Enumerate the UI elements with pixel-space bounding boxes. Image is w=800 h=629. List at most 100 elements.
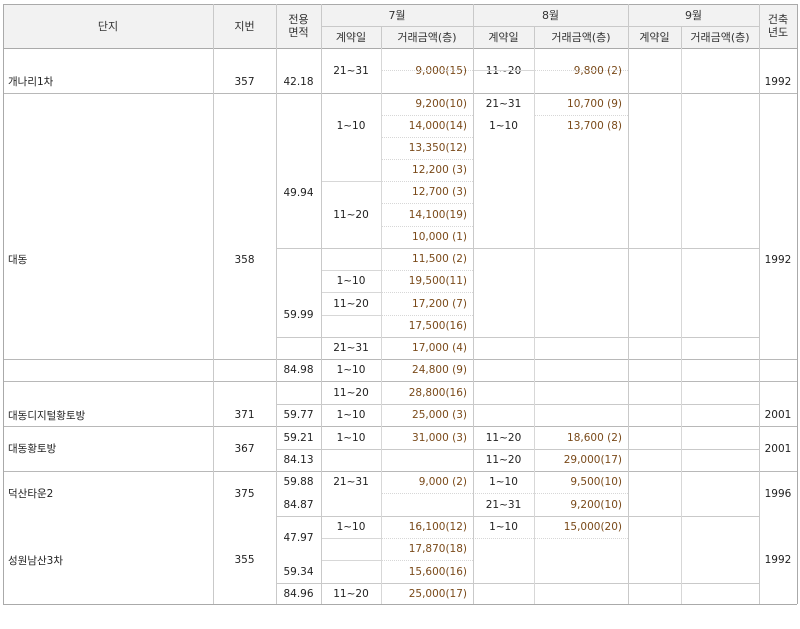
header-month-august: 8월 — [541, 8, 560, 22]
column-divider — [381, 26, 382, 48]
column-divider — [681, 48, 682, 604]
august-amount: 10,700 (9) — [567, 98, 622, 110]
exclusive-area: 84.98 — [283, 364, 314, 376]
row-divider — [381, 181, 473, 182]
august-amount: 15,000(20) — [563, 521, 622, 533]
july-contract-date: 21~31 — [333, 342, 369, 354]
exclusive-area: 59.99 — [283, 308, 314, 321]
row-divider — [381, 226, 473, 227]
july-amount: 25,000 (3) — [412, 409, 467, 421]
july-contract-date — [321, 315, 381, 337]
row-divider — [3, 426, 797, 427]
complex-name: 대동디지털황토방 — [8, 409, 86, 422]
exclusive-area: 47.97 — [283, 532, 314, 544]
july-amount: 9,000 (2) — [418, 476, 467, 488]
row-divider — [321, 181, 381, 182]
august-contract-date: 21~31 — [485, 98, 522, 110]
july-contract-date: 11~20 — [333, 386, 369, 399]
row-divider — [381, 292, 473, 293]
july-amount: 17,500(16) — [408, 320, 467, 332]
july-amount: 28,800(16) — [408, 386, 467, 399]
row-divider — [321, 292, 381, 293]
august-contract-date: 1~10 — [489, 476, 518, 488]
built-year: 1992 — [764, 75, 792, 88]
july-contract-date — [321, 226, 381, 248]
july-amount: 17,000 (4) — [412, 342, 467, 354]
row-divider — [3, 359, 797, 360]
july-amount: 12,700 (3) — [412, 186, 467, 198]
july-amount: 13,350(12) — [408, 142, 467, 154]
row-divider — [534, 70, 628, 71]
header-complex: 단지 — [97, 19, 119, 33]
july-contract-date — [321, 248, 381, 270]
row-divider — [381, 203, 473, 204]
header-month-september: 9월 — [684, 8, 703, 22]
august-amount: 13,700 (8) — [567, 120, 622, 132]
header-amount-floor: 거래금액(층) — [690, 30, 750, 44]
row-divider — [276, 404, 759, 405]
header-built-year: 건축 년도 — [767, 13, 789, 39]
july-amount: 10,000 (1) — [412, 231, 467, 243]
lot-number: 371 — [234, 409, 255, 421]
row-divider — [381, 159, 473, 160]
july-amount: 31,000 (3) — [412, 431, 467, 444]
july-contract-date: 1~10 — [336, 409, 366, 421]
column-divider — [534, 48, 535, 604]
row-divider — [473, 538, 628, 539]
row-divider — [473, 70, 534, 71]
july-contract-date: 21~31 — [333, 476, 369, 488]
column-divider — [759, 4, 760, 604]
column-divider — [3, 4, 4, 604]
july-contract-date: 11~20 — [333, 297, 369, 310]
row-divider — [3, 604, 797, 605]
lot-number: 358 — [234, 253, 255, 266]
row-divider — [381, 70, 473, 71]
column-divider — [628, 4, 629, 604]
header-area: 전용 면적 — [288, 13, 309, 39]
lot-number: 367 — [234, 442, 255, 455]
row-divider — [276, 449, 759, 450]
july-contract-date — [321, 181, 381, 203]
july-amount: 14,100(19) — [408, 208, 467, 221]
exclusive-area: 84.13 — [283, 454, 314, 466]
august-contract-date: 21~31 — [485, 498, 522, 511]
exclusive-area: 42.18 — [283, 75, 314, 88]
july-contract-date: 1~10 — [336, 364, 366, 376]
july-contract-date: 11~20 — [333, 208, 369, 221]
july-contract-date: 1~10 — [336, 521, 366, 533]
july-amount: 16,100(12) — [408, 521, 467, 533]
complex-name: 대동 — [8, 254, 28, 266]
complex-name: 개나리1차 — [8, 76, 54, 88]
header-contract-date: 계약일 — [335, 30, 367, 44]
july-amount: 11,500 (2) — [412, 253, 467, 265]
july-contract-date: 11~20 — [333, 587, 369, 600]
july-contract-date — [321, 137, 381, 159]
row-divider — [381, 137, 473, 138]
header-contract-date: 계약일 — [639, 30, 670, 44]
july-contract-date: 1~10 — [336, 120, 366, 132]
built-year: 1996 — [764, 487, 792, 500]
row-divider — [321, 560, 381, 561]
july-contract-date — [321, 93, 381, 115]
july-amount: 14,000(14) — [408, 120, 467, 132]
column-divider — [797, 4, 798, 604]
exclusive-area: 59.21 — [283, 431, 314, 444]
lot-number: 357 — [234, 75, 255, 88]
july-amount: 25,000(17) — [408, 587, 467, 600]
header-amount-floor: 거래금액(층) — [397, 30, 457, 44]
built-year: 1992 — [764, 554, 792, 566]
row-divider — [381, 270, 473, 271]
row-divider — [473, 493, 628, 494]
july-amount: 24,800 (9) — [412, 364, 467, 376]
july-contract-date: 21~31 — [333, 64, 369, 77]
exclusive-area: 59.34 — [283, 565, 314, 578]
transaction-table: 단지 지번 전용 면적 7월 8월 9월 건축 년도 계약일 거래금액(층) 계약일 거래금액(층)… — [0, 0, 800, 629]
column-divider — [381, 48, 382, 604]
august-contract-date: 1~10 — [489, 120, 518, 132]
july-amount: 17,200 (7) — [412, 297, 467, 310]
july-amount: 15,600(16) — [408, 565, 467, 578]
row-divider — [276, 583, 759, 584]
row-divider — [3, 471, 797, 472]
row-divider — [534, 115, 628, 116]
built-year: 1992 — [764, 253, 792, 266]
